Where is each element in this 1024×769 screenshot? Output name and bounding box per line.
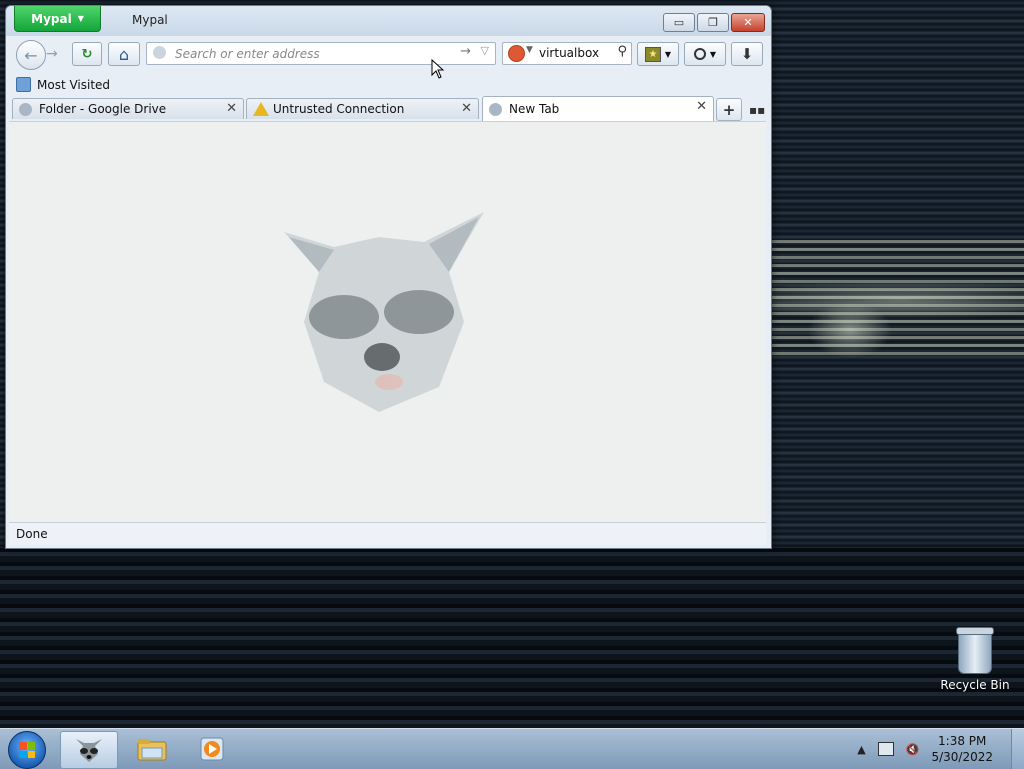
- media-player-icon: [200, 737, 224, 761]
- browser-window: Mypal ▼ Mypal ▭ ❐ ✕ ← → ↻ ⌂ → ▽ ▼ virtua…: [5, 5, 772, 549]
- search-input[interactable]: virtualbox: [539, 46, 599, 60]
- globe-icon: [489, 102, 502, 116]
- minimize-button[interactable]: ▭: [663, 13, 695, 32]
- forward-button[interactable]: →: [46, 46, 58, 62]
- window-controls: ▭ ❐ ✕: [663, 13, 765, 32]
- minimize-icon: ▭: [673, 16, 685, 29]
- desktop-background: [0, 548, 1024, 728]
- taskbar-item-media-player[interactable]: [184, 731, 240, 767]
- home-icon: ⌂: [118, 44, 130, 64]
- recycle-bin-label: Recycle Bin: [940, 678, 1010, 692]
- recycle-bin-icon: [956, 627, 994, 674]
- bookmark-label: Most Visited: [37, 77, 111, 92]
- mouse-cursor-icon: [431, 59, 445, 79]
- back-button[interactable]: ←: [16, 40, 46, 70]
- history-dropdown-icon[interactable]: ▽: [481, 44, 489, 57]
- page-content[interactable]: [9, 121, 766, 522]
- tab-label: Untrusted Connection: [273, 102, 405, 116]
- download-icon: ⬇: [740, 45, 754, 63]
- restore-icon: ❐: [708, 16, 718, 29]
- forward-arrow-icon: →: [46, 46, 58, 62]
- search-bar[interactable]: ▼ virtualbox ⚲: [502, 42, 632, 65]
- site-identity-icon[interactable]: [153, 46, 166, 59]
- clock-icon: [693, 48, 706, 60]
- reload-icon: ↻: [81, 46, 93, 62]
- navigation-toolbar: ← → ↻ ⌂ → ▽ ▼ virtualbox ⚲ ★ ▼ ▼ ⬇: [6, 36, 771, 76]
- clock-time: 1:38 PM: [938, 734, 987, 748]
- system-tray: ▲ 🔇 1:38 PM 5/30/2022: [857, 729, 1024, 769]
- tab-strip: Folder - Google Drive ✕ Untrusted Connec…: [6, 96, 771, 121]
- chevron-down-icon: ▼: [664, 49, 672, 59]
- chevron-down-icon[interactable]: ▼: [526, 45, 533, 55]
- history-button[interactable]: ▼: [684, 42, 726, 66]
- bookmarks-button[interactable]: ★ ▼: [637, 42, 679, 66]
- taskbar-item-mypal[interactable]: [60, 731, 118, 769]
- tab-close-icon[interactable]: ✕: [226, 101, 237, 116]
- tab-label: Folder - Google Drive: [39, 102, 167, 116]
- search-engine-icon[interactable]: [508, 45, 525, 62]
- close-icon: ✕: [743, 16, 753, 29]
- tab-new-tab[interactable]: New Tab ✕: [482, 96, 714, 121]
- folder-icon: [137, 739, 167, 761]
- downloads-button[interactable]: ⬇: [731, 42, 763, 66]
- desktop-wallpaper-glow: [770, 240, 1024, 360]
- status-text: Done: [16, 527, 48, 541]
- tab-label: New Tab: [509, 102, 560, 116]
- grid-icon: ▪▪: [749, 103, 766, 117]
- bookmark-star-icon: ★: [644, 46, 661, 62]
- window-title: Mypal: [132, 13, 168, 27]
- volume-muted-icon[interactable]: 🔇: [906, 743, 920, 756]
- home-button[interactable]: ⌂: [108, 42, 140, 66]
- folder-icon: [16, 77, 31, 92]
- tab-groups-button[interactable]: ▪▪: [749, 103, 765, 117]
- new-tab-button[interactable]: +: [716, 98, 742, 121]
- taskbar-item-explorer[interactable]: [124, 731, 180, 767]
- show-desktop-button[interactable]: [1011, 729, 1024, 769]
- windows-logo-icon: [19, 742, 35, 758]
- clock[interactable]: 1:38 PM 5/30/2022: [931, 733, 993, 765]
- restore-button[interactable]: ❐: [697, 13, 729, 32]
- bookmark-most-visited[interactable]: Most Visited: [16, 77, 110, 92]
- reload-button[interactable]: ↻: [72, 42, 102, 66]
- title-bar[interactable]: Mypal ▼ Mypal ▭ ❐ ✕: [6, 6, 771, 36]
- desktop-icon-recycle-bin[interactable]: Recycle Bin: [940, 627, 1010, 692]
- globe-icon: [19, 102, 32, 116]
- back-arrow-icon: ←: [24, 45, 38, 65]
- chevron-down-icon: ▼: [709, 49, 717, 59]
- bookmarks-toolbar: Most Visited: [6, 76, 771, 96]
- chevron-down-icon: ▼: [77, 14, 84, 23]
- raccoon-icon: [76, 739, 102, 762]
- search-icon[interactable]: ⚲: [617, 44, 627, 59]
- plus-icon: +: [722, 100, 736, 119]
- raccoon-logo-image: [284, 212, 484, 412]
- go-arrow-icon[interactable]: →: [460, 44, 471, 59]
- warning-icon: [253, 102, 269, 116]
- app-menu-button[interactable]: Mypal ▼: [14, 6, 101, 32]
- tab-close-icon[interactable]: ✕: [461, 101, 472, 116]
- status-bar: Done: [9, 522, 766, 545]
- tab-folder-google-drive[interactable]: Folder - Google Drive ✕: [12, 98, 244, 119]
- start-button[interactable]: [8, 731, 46, 769]
- taskbar: ▲ 🔇 1:38 PM 5/30/2022: [0, 728, 1024, 769]
- close-button[interactable]: ✕: [731, 13, 765, 32]
- tab-close-icon[interactable]: ✕: [696, 99, 707, 114]
- network-icon[interactable]: [877, 742, 894, 756]
- tab-untrusted-connection[interactable]: Untrusted Connection ✕: [246, 98, 479, 119]
- show-hidden-icons-icon[interactable]: ▲: [857, 743, 865, 756]
- clock-date: 5/30/2022: [931, 750, 993, 764]
- app-menu-label: Mypal: [31, 11, 72, 26]
- address-input[interactable]: [173, 44, 447, 63]
